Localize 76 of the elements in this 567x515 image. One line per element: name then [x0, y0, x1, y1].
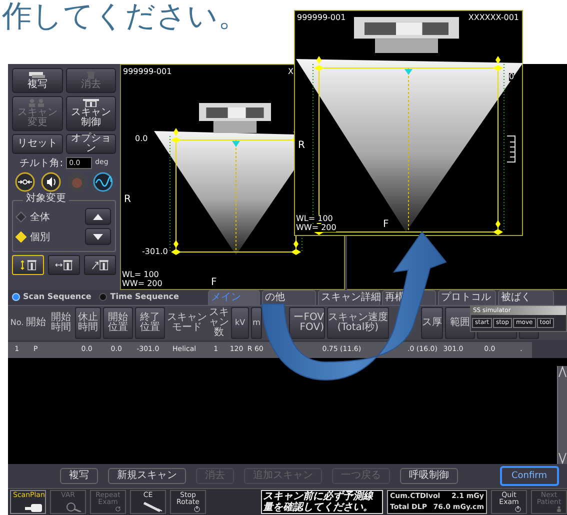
column-header: スキャンモード	[166, 311, 208, 335]
slide-heading: 作してください。	[2, 0, 248, 33]
radio-label: Time Sequence	[110, 293, 179, 302]
triangle-up-icon	[93, 214, 103, 220]
option-label: 全体	[30, 212, 50, 222]
caret-up-icon	[558, 366, 567, 378]
panel-button[interactable]: スキャン制御	[66, 96, 116, 131]
tab[interactable]: プロトコル	[438, 290, 496, 305]
column-header: 開始時間	[50, 311, 72, 335]
column-header[interactable]: スキャン速度 (Total秒)	[327, 307, 389, 339]
diamond-radio[interactable]	[15, 211, 27, 223]
window-level: WL= 100	[122, 271, 159, 279]
tab[interactable]: スキャン詳細	[318, 290, 380, 305]
power-icon	[512, 506, 524, 512]
center-arrows-icon	[15, 172, 35, 192]
gantry-arrow-icon	[91, 257, 109, 273]
hand-icon	[25, 503, 43, 512]
column-header: No.	[10, 317, 24, 329]
gantry-icon	[82, 99, 99, 107]
panel-button[interactable]: リセット	[12, 134, 62, 154]
position-label: 0.0	[135, 135, 148, 143]
column-header[interactable]: ーFOV FOV)	[289, 307, 325, 339]
radio-button[interactable]	[99, 293, 108, 302]
image-id: X	[288, 68, 294, 76]
column-header[interactable]: kV	[231, 307, 249, 339]
waveform-icon	[93, 172, 113, 192]
action-button[interactable]: 新規スキャン	[108, 468, 186, 484]
panel-button[interactable]: オプション	[66, 134, 116, 154]
tilt-label: チルト角:	[20, 158, 64, 168]
window-level: WL= 100	[296, 215, 333, 223]
orientation-label: R	[124, 195, 131, 205]
up-button[interactable]	[85, 208, 111, 225]
gantry-arrow-icon	[19, 257, 37, 273]
refresh-icon	[113, 506, 123, 512]
column-header[interactable]: m	[251, 307, 262, 339]
column-header[interactable]: 終了位置	[135, 307, 165, 339]
warning-message: スキャン前に必ず予測線量を確認してください。	[261, 490, 383, 514]
option-label: 個別	[30, 232, 50, 242]
triangle-down-icon	[93, 234, 103, 240]
down-button[interactable]	[85, 228, 111, 245]
tab[interactable]: の他	[262, 290, 316, 305]
image-id: 999999-001	[297, 14, 346, 22]
orientation-label: R	[298, 141, 305, 151]
trash-icon	[86, 71, 95, 79]
column-header[interactable]: 開始位置	[103, 307, 133, 339]
syringe-icon	[143, 502, 163, 512]
people-icon	[28, 99, 46, 107]
column-header: 開始	[25, 316, 47, 330]
position-label: 0	[509, 73, 514, 81]
column-header[interactable]: ス厚	[421, 307, 443, 339]
gantry-arrow-icon	[55, 257, 73, 273]
orientation-label: F	[211, 278, 217, 288]
tab[interactable]: 被ばく	[498, 290, 554, 305]
gantry-view-button[interactable]	[84, 255, 116, 275]
scrollbar[interactable]	[557, 366, 567, 464]
action-button[interactable]: 呼吸制御	[400, 468, 458, 484]
window-width: WW= 200	[122, 280, 162, 288]
orientation-label: F	[383, 220, 389, 230]
gantry-view-button[interactable]	[48, 255, 80, 275]
speaker-icon	[41, 172, 61, 192]
image-id: XXXXXX-001	[468, 14, 519, 22]
magnifier-icon	[65, 502, 83, 512]
column-header: スキャン数	[208, 306, 230, 340]
column-header[interactable]: 休止時間	[75, 307, 101, 339]
window-width: WW= 200	[296, 224, 336, 232]
copy-icon	[28, 72, 46, 78]
image-id: 999999-001	[123, 68, 172, 76]
action-button[interactable]: 複写	[60, 468, 98, 484]
power-icon	[191, 506, 203, 512]
caret-down-icon	[558, 452, 567, 464]
radio-label: Scan Sequence	[23, 293, 92, 302]
person-icon	[554, 506, 564, 512]
panel-button[interactable]: 複写	[12, 68, 62, 93]
action-button[interactable]: Confirm	[500, 466, 559, 486]
position-label: -301.0	[142, 248, 168, 256]
group-title: 対象変更	[23, 194, 69, 204]
